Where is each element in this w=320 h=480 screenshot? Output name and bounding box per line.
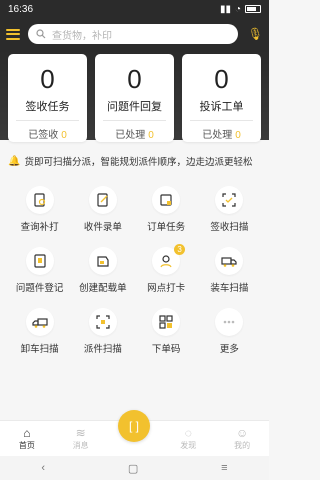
wifi-icon: ◔ (234, 3, 241, 15)
grid-item-sign-scan[interactable]: 签收扫描 (198, 186, 261, 233)
grid-item-receive-entry[interactable]: 收件录单 (71, 186, 134, 233)
stowage-icon (88, 247, 117, 275)
nav-mine[interactable]: ☺ 我的 (222, 426, 262, 451)
grid-item-truck-unload[interactable]: 卸车扫描 (8, 308, 71, 355)
card-problem-reply[interactable]: 0 问题件回复 已处理 0 (95, 54, 174, 142)
card-divider (16, 120, 79, 121)
dispatch-scan-icon (88, 308, 117, 336)
qr-icon (152, 308, 181, 336)
grid-label: 卸车扫描 (20, 344, 59, 355)
card-count: 0 (127, 64, 142, 94)
nav-label: 首页 (18, 441, 35, 450)
grid-label: 创建配载单 (79, 283, 127, 294)
card-title: 投诉工单 (199, 101, 244, 113)
function-grid: 查询补打 收件录单 订单任务 签收扫描 问题件登记 创建配载单 3 网点打卡 装… (8, 186, 261, 355)
system-nav-bar: ‹ ▢ ≡ (0, 456, 269, 480)
grid-label: 订单任务 (147, 222, 186, 233)
user-icon: ☺ (235, 426, 249, 440)
summary-cards: 0 签收任务 已签收 0 0 问题件回复 已处理 0 0 投诉工单 已处理 0 (8, 54, 261, 142)
grid-label: 下单码 (151, 344, 181, 355)
grid-item-query-reprint[interactable]: 查询补打 (8, 186, 71, 233)
search-input[interactable]: 查货物，补印 (28, 24, 238, 44)
discover-icon: ◌ (184, 426, 192, 440)
nav-label: 我的 (234, 441, 251, 450)
notice-bar[interactable]: 🔔 货即可扫描分派，智能规划派件顺序，边走边派更轻松 (8, 150, 261, 172)
menu-icon[interactable] (6, 28, 20, 40)
grid-label: 查询补打 (20, 222, 59, 233)
card-sub: 已处理 0 (115, 130, 154, 141)
home-button-icon[interactable]: ▢ (128, 462, 138, 475)
grid-item-create-stowage[interactable]: 创建配载单 (71, 247, 134, 294)
problem-doc-icon (25, 247, 54, 275)
truck-unload-icon (25, 308, 54, 336)
grid-label: 派件扫描 (83, 344, 122, 355)
bell-icon: 🔔 (8, 155, 21, 167)
grid-item-order-task[interactable]: 订单任务 (135, 186, 198, 233)
order-icon (152, 186, 181, 214)
message-icon: ≋ (75, 426, 86, 440)
card-sub: 已处理 0 (202, 130, 241, 141)
scan-button[interactable]: [ ] (118, 410, 150, 442)
search-placeholder: 查货物，补印 (52, 30, 112, 42)
grid-label: 更多 (219, 344, 239, 355)
grid-item-problem-register[interactable]: 问题件登记 (8, 247, 71, 294)
search-icon (36, 29, 46, 39)
battery-icon (245, 5, 261, 13)
card-sign-task[interactable]: 0 签收任务 已签收 0 (8, 54, 87, 142)
card-sub-value: 0 (61, 130, 67, 141)
notice-text: 货即可扫描分派，智能规划派件顺序，边走边派更轻松 (24, 157, 253, 168)
nav-home[interactable]: ⌂ 首页 (7, 426, 47, 451)
grid-item-truck-load[interactable]: 装车扫描 (198, 247, 261, 294)
grid-label: 装车扫描 (210, 283, 249, 294)
nav-discover[interactable]: ◌ 发现 (168, 426, 208, 451)
card-sub-value: 0 (148, 130, 154, 141)
checkin-badge: 3 (174, 244, 186, 255)
card-title: 签收任务 (25, 101, 70, 113)
card-divider (190, 120, 253, 121)
grid-item-checkin[interactable]: 3 网点打卡 (135, 244, 198, 294)
signal-icon: ▮▮ (219, 3, 231, 15)
card-sub: 已签收 0 (28, 130, 67, 141)
home-icon: ⌂ (23, 426, 31, 440)
scan-icon: [ ] (128, 419, 139, 433)
card-divider (103, 120, 166, 121)
search-doc-icon (25, 186, 54, 214)
status-time: 16:36 (8, 3, 34, 15)
more-icon (215, 308, 244, 336)
top-bar: 查货物，补印 🎙 (0, 18, 269, 50)
grid-label: 网点打卡 (147, 283, 186, 294)
card-complaint[interactable]: 0 投诉工单 已处理 0 (182, 54, 261, 142)
card-sub-value: 0 (235, 130, 241, 141)
grid-label: 收件录单 (83, 222, 122, 233)
card-count: 0 (40, 64, 55, 94)
truck-load-icon (215, 247, 244, 275)
card-title: 问题件回复 (107, 101, 162, 113)
checkin-icon: 3 (152, 244, 186, 275)
grid-item-order-code[interactable]: 下单码 (135, 308, 198, 355)
card-count: 0 (214, 64, 229, 94)
grid-label: 问题件登记 (15, 283, 64, 294)
recent-apps-icon[interactable]: ≡ (221, 462, 227, 474)
nav-label: 发现 (180, 441, 197, 450)
grid-item-dispatch-scan[interactable]: 派件扫描 (71, 308, 134, 355)
grid-item-more[interactable]: 更多 (198, 308, 261, 355)
back-icon[interactable]: ‹ (41, 462, 45, 474)
sign-scan-icon (215, 186, 244, 214)
mic-icon[interactable]: 🎙 (248, 27, 263, 41)
nav-message[interactable]: ≋ 消息 (61, 426, 101, 451)
grid-label: 签收扫描 (210, 222, 249, 233)
edit-doc-icon (88, 186, 117, 214)
status-bar: 16:36 ▮▮ ◔ (0, 0, 269, 18)
nav-label: 消息 (72, 441, 89, 450)
status-icons: ▮▮ ◔ (220, 4, 261, 15)
